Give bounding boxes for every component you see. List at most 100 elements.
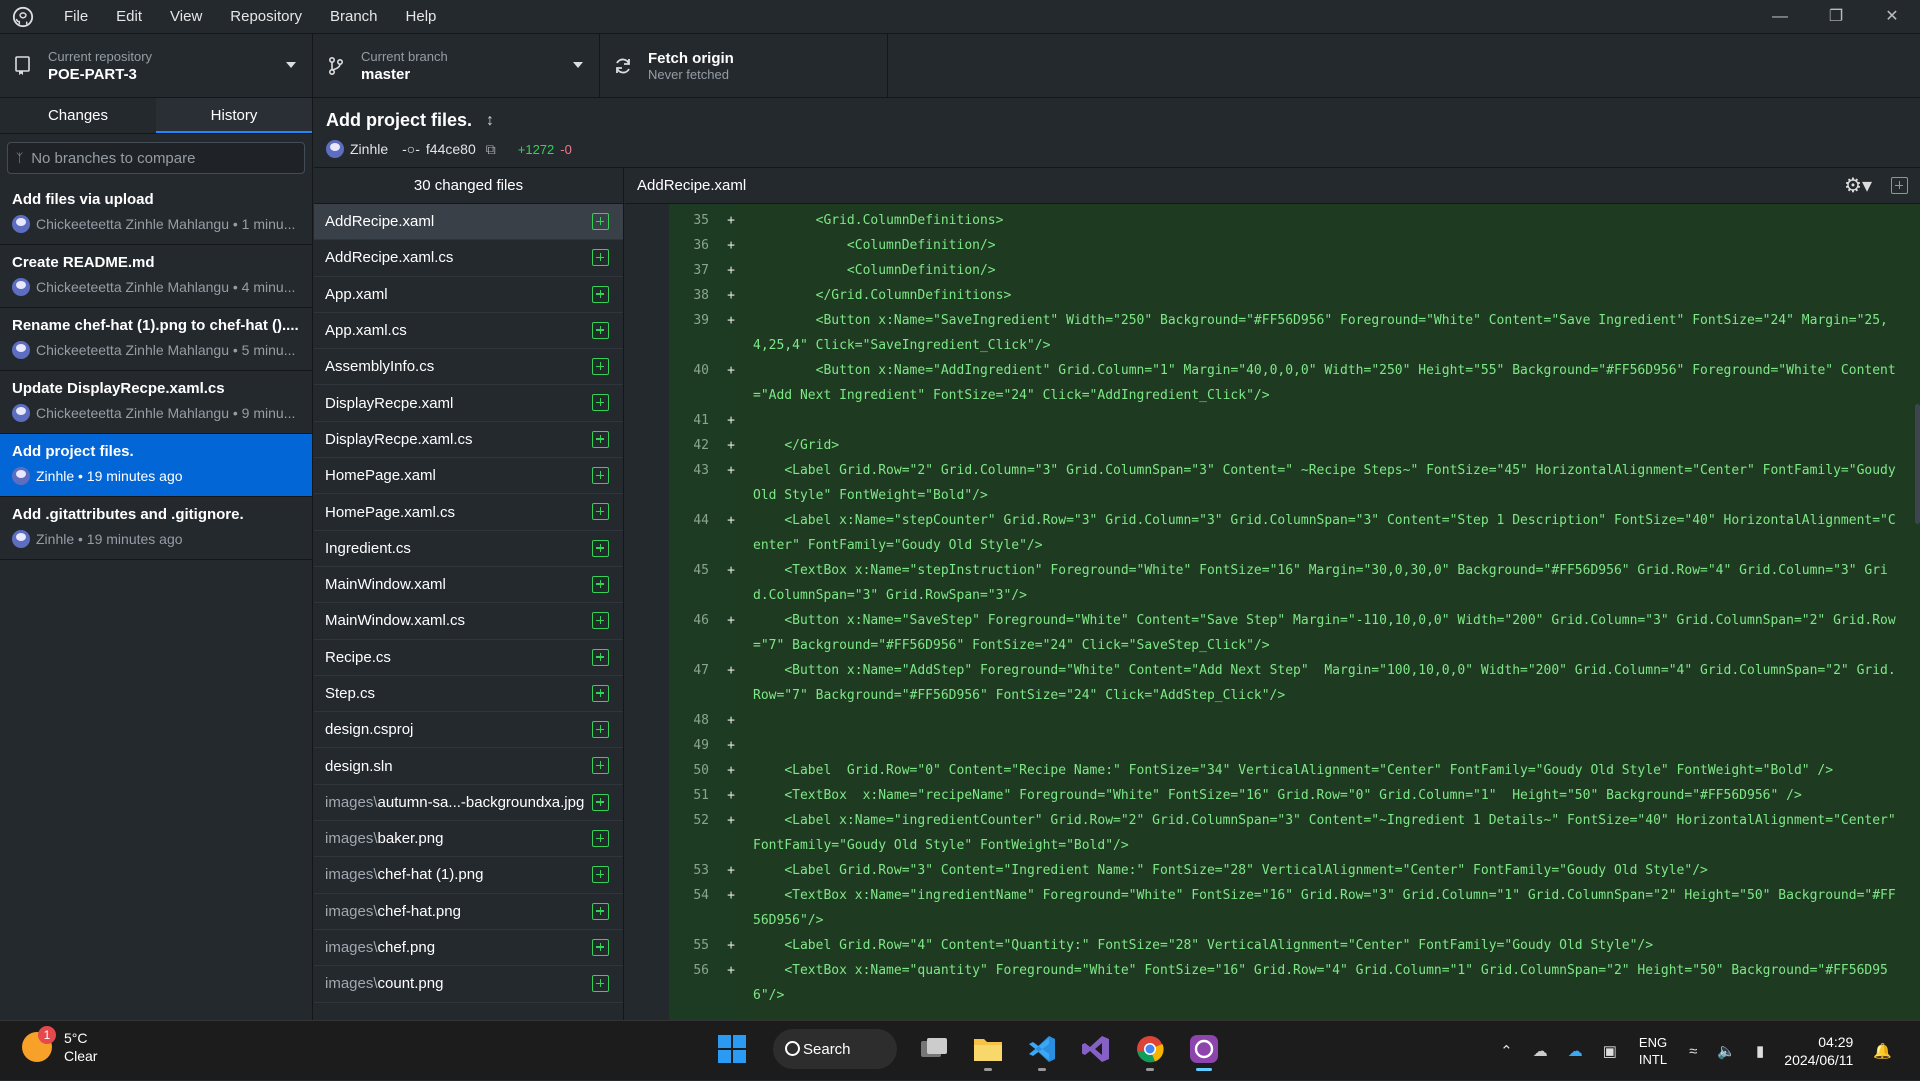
avatar (326, 140, 344, 158)
added-file-icon (592, 394, 609, 412)
line-number: 52 (693, 813, 709, 828)
changed-file-row[interactable]: images\ baker.png (314, 821, 623, 858)
running-indicator (1196, 1068, 1212, 1071)
changed-file-row[interactable]: design.csproj (314, 712, 623, 749)
language-indicator[interactable]: ENG INTL (1639, 1034, 1667, 1068)
changed-file-row[interactable]: images\ count.png (314, 966, 623, 1003)
commit-title: Add .gitattributes and .gitignore. (12, 506, 244, 523)
diff-line: 38 + </Grid.ColumnDefinitions> (669, 283, 1920, 308)
copy-icon[interactable]: ⧉ (486, 141, 496, 158)
line-number: 54 (693, 888, 709, 903)
changed-file-row[interactable]: Recipe.cs (314, 640, 623, 676)
commit-icon: -○- (402, 141, 420, 157)
onedrive-error-icon[interactable]: ☁ (1533, 1042, 1548, 1060)
changed-file-row[interactable]: MainWindow.xaml.cs (314, 603, 623, 640)
branch-compare-input[interactable]: ᛉ No branches to compare (7, 142, 305, 174)
diff-line: 52 + <Label x:Name="ingredientCounter" Gr… (669, 808, 1920, 858)
changed-file-row[interactable]: App.xaml (314, 277, 623, 313)
changed-file-row[interactable]: HomePage.xaml.cs (314, 494, 623, 531)
branch-compare-placeholder: No branches to compare (31, 149, 196, 167)
menu-branch[interactable]: Branch (316, 8, 392, 25)
tab-history[interactable]: History (156, 98, 312, 133)
visual-studio-icon[interactable] (1074, 1027, 1118, 1071)
added-file-icon (592, 503, 609, 521)
gear-icon[interactable]: ⚙▾ (1844, 173, 1872, 198)
changed-files-list: 30 changed files AddRecipe.xaml AddRecipe… (314, 168, 624, 1020)
commit-list-item-selected[interactable]: Add project files. Zinhle • 19 minutes a… (0, 434, 312, 497)
commit-list-item[interactable]: Create README.md Chickeeteetta Zinhle Ma… (0, 245, 312, 308)
file-explorer-icon[interactable] (966, 1027, 1010, 1071)
branch-icon (325, 55, 347, 77)
menu-file[interactable]: File (50, 8, 102, 25)
current-repository-button[interactable]: Current repository POE-PART-3 (0, 34, 313, 98)
commit-list-item[interactable]: Add .gitattributes and .gitignore. Zinhl… (0, 497, 312, 560)
clock[interactable]: 04:29 2024/06/11 (1784, 1033, 1853, 1069)
changed-file-row[interactable]: HomePage.xaml (314, 458, 623, 495)
menu-help[interactable]: Help (392, 8, 451, 25)
windows-start-icon[interactable] (710, 1027, 754, 1071)
added-file-icon (592, 721, 609, 739)
github-desktop-icon[interactable] (1182, 1027, 1226, 1071)
added-line-marker: + (727, 763, 735, 778)
minimize-icon[interactable]: — (1752, 0, 1808, 34)
expand-icon[interactable]: ↕ (486, 112, 494, 130)
menu-edit[interactable]: Edit (102, 8, 156, 25)
onedrive-icon[interactable]: ☁ (1568, 1042, 1583, 1060)
changed-file-row[interactable]: DisplayRecpe.xaml.cs (314, 422, 623, 459)
commit-list-item[interactable]: Rename chef-hat (1).png to chef-hat ()..… (0, 308, 312, 371)
task-view-icon[interactable] (912, 1027, 956, 1071)
changed-file-row[interactable]: design.sln (314, 748, 623, 785)
file-directory: images\ (325, 866, 378, 884)
menu-view[interactable]: View (156, 8, 216, 25)
diff-line: 54 + <TextBox x:Name="ingredientName" For… (669, 883, 1920, 933)
changed-file-row[interactable]: images\ chef.png (314, 930, 623, 967)
commit-summary-title: Add project files. (326, 110, 473, 130)
commit-list-item[interactable]: Add files via upload Chickeeteetta Zinhl… (0, 182, 312, 245)
weather-widget[interactable]: 1 5°C Clear (22, 1026, 97, 1065)
chevron-up-icon[interactable]: ⌃ (1500, 1042, 1513, 1060)
commit-list-item[interactable]: Update DisplayRecpe.xaml.cs Chickeeteett… (0, 371, 312, 434)
changed-file-row[interactable]: images\ autumn-sa...-backgroundxa.jpg (314, 785, 623, 822)
diff-scrollbar[interactable] (1915, 404, 1920, 524)
current-repository-label: Current repository (48, 49, 153, 64)
changed-file-row[interactable]: Step.cs (314, 676, 623, 713)
changed-file-row[interactable]: AddRecipe.xaml.cs (314, 240, 623, 277)
restore-icon[interactable]: ❐ (1808, 0, 1864, 34)
menu-repository[interactable]: Repository (216, 8, 316, 25)
weather-icon: 1 (22, 1026, 56, 1062)
changed-file-row[interactable]: images\ chef-hat (1).png (314, 857, 623, 894)
running-indicator (1146, 1068, 1154, 1071)
changed-file-row[interactable]: AddRecipe.xaml (314, 204, 623, 241)
wifi-icon[interactable]: ≈ (1689, 1043, 1697, 1060)
changed-file-row[interactable]: MainWindow.xaml (314, 567, 623, 604)
line-number: 37 (693, 263, 709, 278)
taskbar-search[interactable]: Search (773, 1029, 897, 1069)
current-branch-button[interactable]: Current branch master (313, 34, 600, 98)
changed-file-row[interactable]: DisplayRecpe.xaml (314, 385, 623, 422)
added-file-icon (1891, 177, 1908, 194)
diff-line: 37 + <ColumnDefinition/> (669, 258, 1920, 283)
changed-file-row[interactable]: AssemblyInfo.cs (314, 349, 623, 386)
added-line-marker: + (727, 438, 735, 453)
changed-file-row[interactable]: Ingredient.cs (314, 531, 623, 567)
added-file-icon (592, 285, 609, 303)
tablet-icon[interactable]: ▣ (1603, 1042, 1617, 1060)
diff-view[interactable]: 35 + <Grid.ColumnDefinitions> 36 + <ColumnD… (625, 204, 1920, 1020)
code-text: <Label x:Name="ingredientCounter" Grid.R… (753, 813, 1904, 853)
file-name: DisplayRecpe.xaml (325, 394, 454, 412)
fetch-origin-button[interactable]: Fetch origin Never fetched (600, 34, 888, 98)
keyboard-layout: INTL (1638, 1052, 1668, 1067)
notification-bell-icon[interactable]: 🔔 (1873, 1042, 1892, 1060)
added-file-icon (592, 902, 609, 920)
volume-icon[interactable]: 🔈 (1717, 1042, 1736, 1060)
vscode-icon[interactable] (1020, 1027, 1064, 1071)
changed-file-row[interactable]: images\ chef-hat.png (314, 894, 623, 930)
close-icon[interactable]: ✕ (1864, 0, 1920, 34)
tab-changes[interactable]: Changes (0, 98, 156, 133)
file-name: chef-hat.png (377, 902, 461, 920)
chrome-icon[interactable] (1128, 1027, 1172, 1071)
battery-icon[interactable]: ▮ (1756, 1042, 1764, 1060)
added-line-marker: + (727, 288, 735, 303)
code-text: <Button x:Name="SaveStep" Foreground="Wh… (753, 613, 1896, 653)
changed-file-row[interactable]: App.xaml.cs (314, 313, 623, 350)
